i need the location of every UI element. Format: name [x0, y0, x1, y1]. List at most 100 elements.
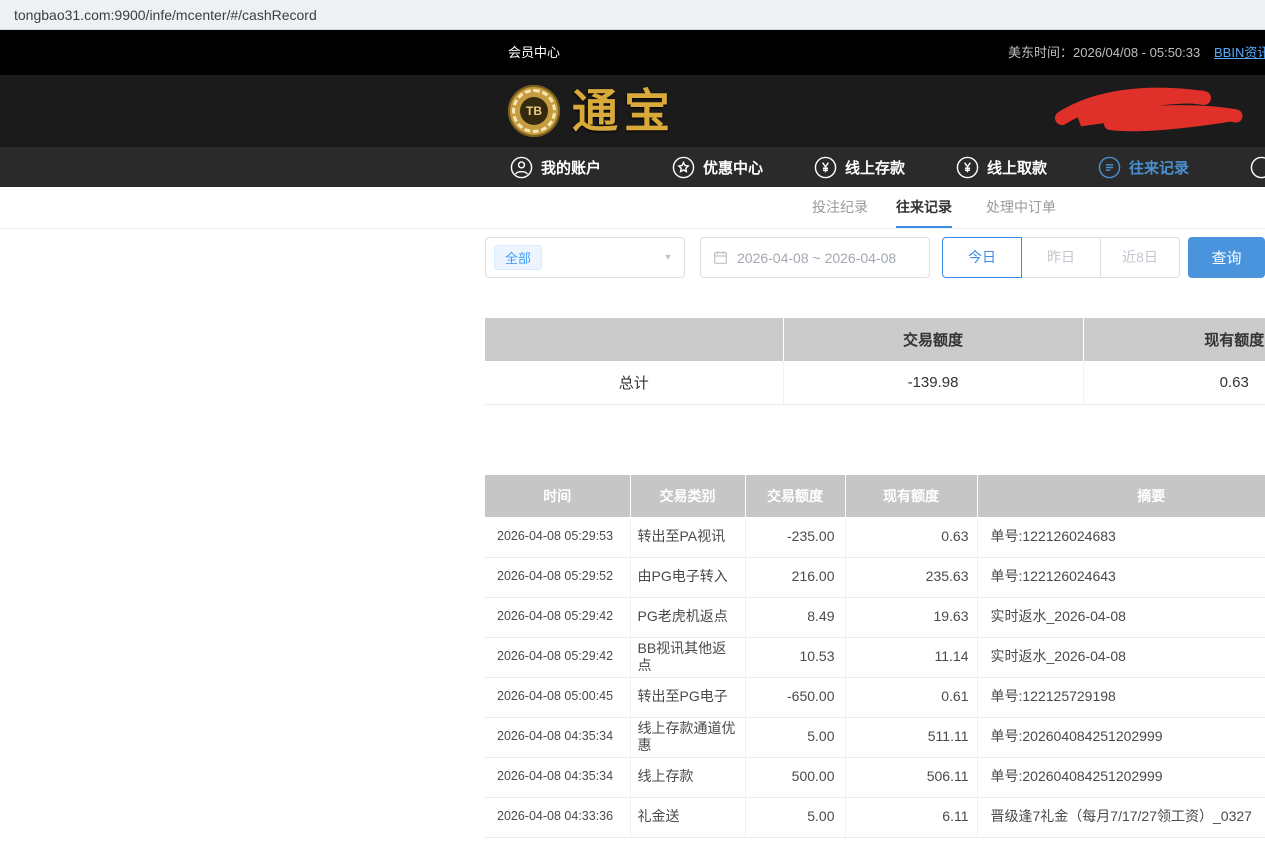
cell-summary: 实时返水_2026-04-08 — [977, 597, 1265, 637]
cell-category: BB视讯其他返点 — [630, 637, 745, 677]
record-row: 2026-04-08 04:35:34线上存款500.00506.11单号:20… — [485, 757, 1265, 797]
cell-category: 转出至PA视讯 — [630, 517, 745, 557]
summary-header-balance: 现有额度 — [1083, 318, 1265, 361]
col-header-category: 交易类别 — [630, 475, 745, 517]
summary-total-row: 总计 -139.98 0.63 — [485, 361, 1265, 404]
tab-bet-records[interactable]: 投注纪录 — [812, 187, 868, 228]
cell-amount: -235.00 — [745, 517, 845, 557]
eastern-time-label: 美东时间：2026/04/08 - 05:50:33 — [1008, 30, 1200, 75]
record-row: 2026-04-08 04:33:36礼金送5.006.11晋级逢7礼金（每月7… — [485, 797, 1265, 837]
records-header-row: 时间 交易类别 交易额度 现有额度 摘要 — [485, 475, 1265, 517]
brand-bar: TB 通宝 — [0, 75, 1265, 147]
cell-balance: 11.14 — [845, 637, 977, 677]
nav-item-promotions[interactable]: 优惠中心 — [672, 147, 763, 187]
sub-nav: 投注纪录 往来记录 处理中订单 — [0, 187, 1265, 229]
nav-label: 优惠中心 — [703, 157, 763, 178]
chevron-down-icon: ▼ — [663, 253, 673, 262]
record-row: 2026-04-08 04:35:34线上存款通道优惠5.00511.11单号:… — [485, 717, 1265, 757]
cell-amount: 5.00 — [745, 717, 845, 757]
cell-amount: -650.00 — [745, 677, 845, 717]
nav-label: 往来记录 — [1129, 157, 1189, 178]
main-nav: 我的账户 优惠中心 线上存款 线上取款 往来记录 — [0, 147, 1265, 187]
cell-time: 2026-04-08 05:29:42 — [485, 637, 630, 677]
withdraw-icon — [956, 156, 979, 179]
top-bar: 会员中心 美东时间：2026/04/08 - 05:50:33 BBIN资讯 — [0, 30, 1265, 75]
last-8-days-button[interactable]: 近8日 — [1100, 237, 1180, 278]
cell-time: 2026-04-08 04:35:34 — [485, 717, 630, 757]
browser-address-bar[interactable]: tongbao31.com:9900/infe/mcenter/#/cashRe… — [0, 0, 1265, 30]
nav-label: 我的账户 — [541, 157, 601, 178]
cell-amount: 5.00 — [745, 797, 845, 837]
nav-label: 线上存款 — [845, 157, 905, 178]
cell-summary: 实时返水_2026-04-08 — [977, 637, 1265, 677]
cell-amount: 500.00 — [745, 757, 845, 797]
nav-label: 线上取款 — [987, 157, 1047, 178]
col-header-amount: 交易额度 — [745, 475, 845, 517]
record-row: 2026-04-08 05:00:45转出至PG电子-650.000.61单号:… — [485, 677, 1265, 717]
cell-summary: 单号:122126024643 — [977, 557, 1265, 597]
date-range-input[interactable]: 2026-04-08 ~ 2026-04-08 — [700, 237, 930, 278]
records-table-body: 2026-04-08 05:29:53转出至PA视讯-235.000.63单号:… — [485, 517, 1265, 837]
cell-amount: 8.49 — [745, 597, 845, 637]
redaction-scribble — [1052, 86, 1247, 141]
cell-balance: 506.11 — [845, 757, 977, 797]
cell-balance: 0.63 — [845, 517, 977, 557]
cell-summary: 单号:202604084251202999 — [977, 757, 1265, 797]
url-text: tongbao31.com:9900/infe/mcenter/#/cashRe… — [14, 7, 317, 23]
cell-balance: 0.61 — [845, 677, 977, 717]
records-icon — [1098, 156, 1121, 179]
tab-transaction-records[interactable]: 往来记录 — [896, 187, 952, 228]
records-table: 时间 交易类别 交易额度 现有额度 摘要 2026-04-08 05:29:53… — [485, 475, 1265, 838]
calendar-icon — [713, 250, 728, 265]
summary-header-blank — [485, 318, 783, 361]
type-select[interactable]: 全部 ▼ — [485, 237, 685, 278]
cell-category: 转出至PG电子 — [630, 677, 745, 717]
cell-category: 礼金送 — [630, 797, 745, 837]
record-row: 2026-04-08 05:29:53转出至PA视讯-235.000.63单号:… — [485, 517, 1265, 557]
tab-pending-orders[interactable]: 处理中订单 — [986, 187, 1056, 228]
yesterday-button[interactable]: 昨日 — [1021, 237, 1101, 278]
cell-balance: 235.63 — [845, 557, 977, 597]
brand-logo: TB 通宝 — [508, 85, 676, 137]
brand-name: 通宝 — [572, 85, 676, 137]
cell-balance: 6.11 — [845, 797, 977, 837]
deposit-icon — [814, 156, 837, 179]
bbin-news-link[interactable]: BBIN资讯 — [1214, 30, 1265, 75]
record-row: 2026-04-08 05:29:42BB视讯其他返点10.5311.14实时返… — [485, 637, 1265, 677]
summary-total-amount: -139.98 — [783, 361, 1083, 404]
summary-header-amount: 交易额度 — [783, 318, 1083, 361]
nav-item-online-withdraw[interactable]: 线上取款 — [956, 147, 1047, 187]
cell-summary: 单号:202604084251202999 — [977, 717, 1265, 757]
circle-icon — [1250, 156, 1265, 179]
nav-item-transaction-records[interactable]: 往来记录 — [1098, 147, 1189, 187]
nav-item-my-account[interactable]: 我的账户 — [510, 147, 601, 187]
record-row: 2026-04-08 05:29:52由PG电子转入216.00235.63单号… — [485, 557, 1265, 597]
cell-summary: 单号:122126024683 — [977, 517, 1265, 557]
cell-time: 2026-04-08 05:29:42 — [485, 597, 630, 637]
member-center-label: 会员中心 — [508, 30, 560, 75]
cell-balance: 511.11 — [845, 717, 977, 757]
nav-item-online-deposit[interactable]: 线上存款 — [814, 147, 905, 187]
cell-amount: 10.53 — [745, 637, 845, 677]
cell-category: 线上存款通道优惠 — [630, 717, 745, 757]
cell-category: 线上存款 — [630, 757, 745, 797]
cell-time: 2026-04-08 05:00:45 — [485, 677, 630, 717]
col-header-summary: 摘要 — [977, 475, 1265, 517]
nav-item-partial[interactable] — [1250, 147, 1265, 187]
brand-badge: TB — [520, 97, 548, 125]
cell-time: 2026-04-08 04:35:34 — [485, 757, 630, 797]
cell-summary: 单号:122125729198 — [977, 677, 1265, 717]
cell-time: 2026-04-08 05:29:52 — [485, 557, 630, 597]
search-button[interactable]: 查询 — [1188, 237, 1265, 278]
today-button[interactable]: 今日 — [942, 237, 1022, 278]
brand-chip-icon: TB — [508, 85, 560, 137]
cell-balance: 19.63 — [845, 597, 977, 637]
date-range-value: 2026-04-08 ~ 2026-04-08 — [737, 250, 896, 266]
summary-total-label: 总计 — [485, 361, 783, 404]
summary-table: 交易额度 现有额度 总计 -139.98 0.63 — [485, 318, 1265, 405]
cell-time: 2026-04-08 05:29:53 — [485, 517, 630, 557]
type-selected-tag: 全部 — [494, 245, 542, 270]
user-icon — [510, 156, 533, 179]
cell-amount: 216.00 — [745, 557, 845, 597]
cell-category: PG老虎机返点 — [630, 597, 745, 637]
